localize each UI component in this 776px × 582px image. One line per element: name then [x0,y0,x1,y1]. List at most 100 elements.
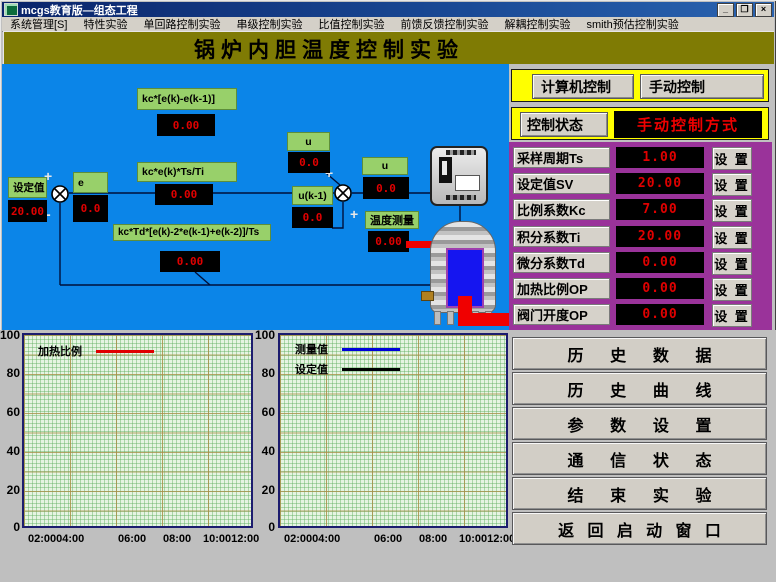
x-tick: 10:0012:00 [203,533,259,545]
param-value: 0.00 [616,304,704,325]
error-label: e [73,172,108,193]
boiler-valve [421,291,434,301]
chart1-legend: 加热比例 [38,343,154,359]
outlet-pipe-horizontal [458,313,512,326]
param-row-kc: 比例系数Kc 7.00 设 置 [509,199,772,220]
control-status-box: 控制状态 手动控制方式 [511,107,769,140]
menu-smith-exp[interactable]: smith预估控制实验 [578,16,686,32]
param-row-ts: 采样周期Ts 1.00 设 置 [509,147,772,168]
x-tick: 02:0004:00 [28,533,84,545]
app-icon [4,3,18,16]
chart2-legend-setpoint: 设定值 [295,361,400,377]
param-value: 7.00 [616,199,704,220]
temp-measure-value: 0.00 [368,231,409,252]
setpoint-label: 设定值 [8,177,47,198]
heat-ratio-chart [22,333,253,528]
history-data-button[interactable]: 历 史 数 据 [512,337,767,370]
history-curve-button[interactable]: 历 史 曲 线 [512,372,767,405]
return-start-window-button[interactable]: 返 回 启 动 窗 口 [512,512,767,545]
param-label: 微分系数Td [513,252,610,273]
p-term-value: 0.00 [157,114,215,136]
menu-characteristic-exp[interactable]: 特性实验 [75,16,135,32]
computer-control-button[interactable]: 计算机控制 [532,74,634,99]
control-diagram-panel: + - + + 设定值 20.00 e 0.0 kc*[e(k)-e(k-1)]… [2,64,509,330]
set-button-ti[interactable]: 设 置 [712,226,752,249]
control-panel: 计算机控制 手动控制 控制状态 手动控制方式 采样周期Ts 1.00 设 置 设… [509,64,774,330]
minimize-button[interactable]: _ [717,3,734,17]
set-button-ts[interactable]: 设 置 [712,147,752,170]
set-button-kc[interactable]: 设 置 [712,199,752,222]
set-button-sv[interactable]: 设 置 [712,173,752,196]
parameter-panel: 采样周期Ts 1.00 设 置 设定值SV 20.00 设 置 比例系数Kc 7… [509,142,772,330]
d-term-value: 0.00 [160,251,220,272]
temp-measure-label: 温度测量 [365,211,419,229]
param-row-ti: 积分系数Ti 20.00 设 置 [509,226,772,247]
u-prev-value: 0.0 [292,207,333,228]
summing-junction-2 [335,185,351,201]
param-value: 0.00 [616,252,704,273]
u-out-value: 0.0 [363,177,409,199]
manual-control-button[interactable]: 手动控制 [640,74,764,99]
setpoint-value: 20.00 [8,200,47,222]
param-row-heat-op: 加热比例OP 0.00 设 置 [509,278,772,299]
param-value: 20.00 [616,173,704,194]
y-tick: 100 [0,328,20,342]
x-tick: 02:0004:00 [284,533,340,545]
set-button-valve-op[interactable]: 设 置 [712,304,752,327]
x-tick: 08:00 [163,533,191,545]
controller-instrument [430,146,488,206]
u-prev-label: u(k-1) [292,186,333,205]
param-value: 0.00 [616,278,704,299]
y-tick: 40 [255,444,275,458]
menu-cascade-exp[interactable]: 串级控制实验 [228,16,310,32]
y-tick: 0 [255,520,275,534]
i-term-formula: kc*e(k)*Ts/Ti [137,162,237,182]
close-button[interactable]: × [755,3,772,17]
y-tick: 60 [255,405,275,419]
u-out-label: u [362,157,408,175]
bottom-panel: 100 80 60 40 20 0 加热比例 02:0004:00 06:00 … [0,330,776,582]
p-term-formula: kc*[e(k)-e(k-1)] [137,88,237,110]
param-label: 积分系数Ti [513,226,610,247]
param-label: 采样周期Ts [513,147,610,168]
d-term-formula: kc*Td*[e(k)-2*e(k-1)+e(k-2)]/Ts [113,224,271,241]
end-experiment-button[interactable]: 结 束 实 验 [512,477,767,510]
x-tick: 08:00 [419,533,447,545]
restore-button[interactable]: ❐ [736,3,753,17]
set-button-heat-op[interactable]: 设 置 [712,278,752,301]
control-mode-box: 计算机控制 手动控制 [511,69,769,102]
y-tick: 80 [255,366,275,380]
chart2-legend-measure: 测量值 [295,341,400,357]
i-term-value: 0.00 [155,184,213,205]
param-label: 比例系数Kc [513,199,610,220]
control-status-label: 控制状态 [520,112,608,137]
legend-label: 加热比例 [38,343,82,359]
set-button-td[interactable]: 设 置 [712,252,752,275]
menu-system-manage[interactable]: 系统管理[S] [2,16,75,32]
blue-line-sample [342,348,400,351]
y-tick: 0 [0,520,20,534]
x-tick: 06:00 [118,533,146,545]
param-settings-button[interactable]: 参 数 设 置 [512,407,767,440]
param-row-valve-op: 阀门开度OP 0.00 设 置 [509,304,772,325]
x-tick: 06:00 [374,533,402,545]
comm-status-button[interactable]: 通 信 状 态 [512,442,767,475]
junction2-plus-bottom-sign: + [350,208,358,220]
control-status-value: 手动控制方式 [614,111,762,138]
window-controls: _ ❐ × [717,3,774,17]
menu-ratio-exp[interactable]: 比值控制实验 [310,16,392,32]
y-tick: 80 [0,366,20,380]
menu-feedforward-exp[interactable]: 前馈反馈控制实验 [392,16,496,32]
black-line-sample [342,368,400,371]
y-tick: 40 [0,444,20,458]
param-label: 阀门开度OP [513,304,610,325]
red-line-sample [96,350,154,353]
menu-decoupling-exp[interactable]: 解耦控制实验 [496,16,578,32]
error-value: 0.0 [73,195,108,222]
menu-single-loop-exp[interactable]: 单回路控制实验 [135,16,228,32]
param-row-td: 微分系数Td 0.00 设 置 [509,252,772,273]
param-row-sv: 设定值SV 20.00 设 置 [509,173,772,194]
mcgs-window: mcgs教育版—组态工程 _ ❐ × 系统管理[S] 特性实验 单回路控制实验 … [0,0,776,582]
page-title: 锅炉内胆温度控制实验 [194,34,464,64]
summing-junction-1 [52,186,68,202]
